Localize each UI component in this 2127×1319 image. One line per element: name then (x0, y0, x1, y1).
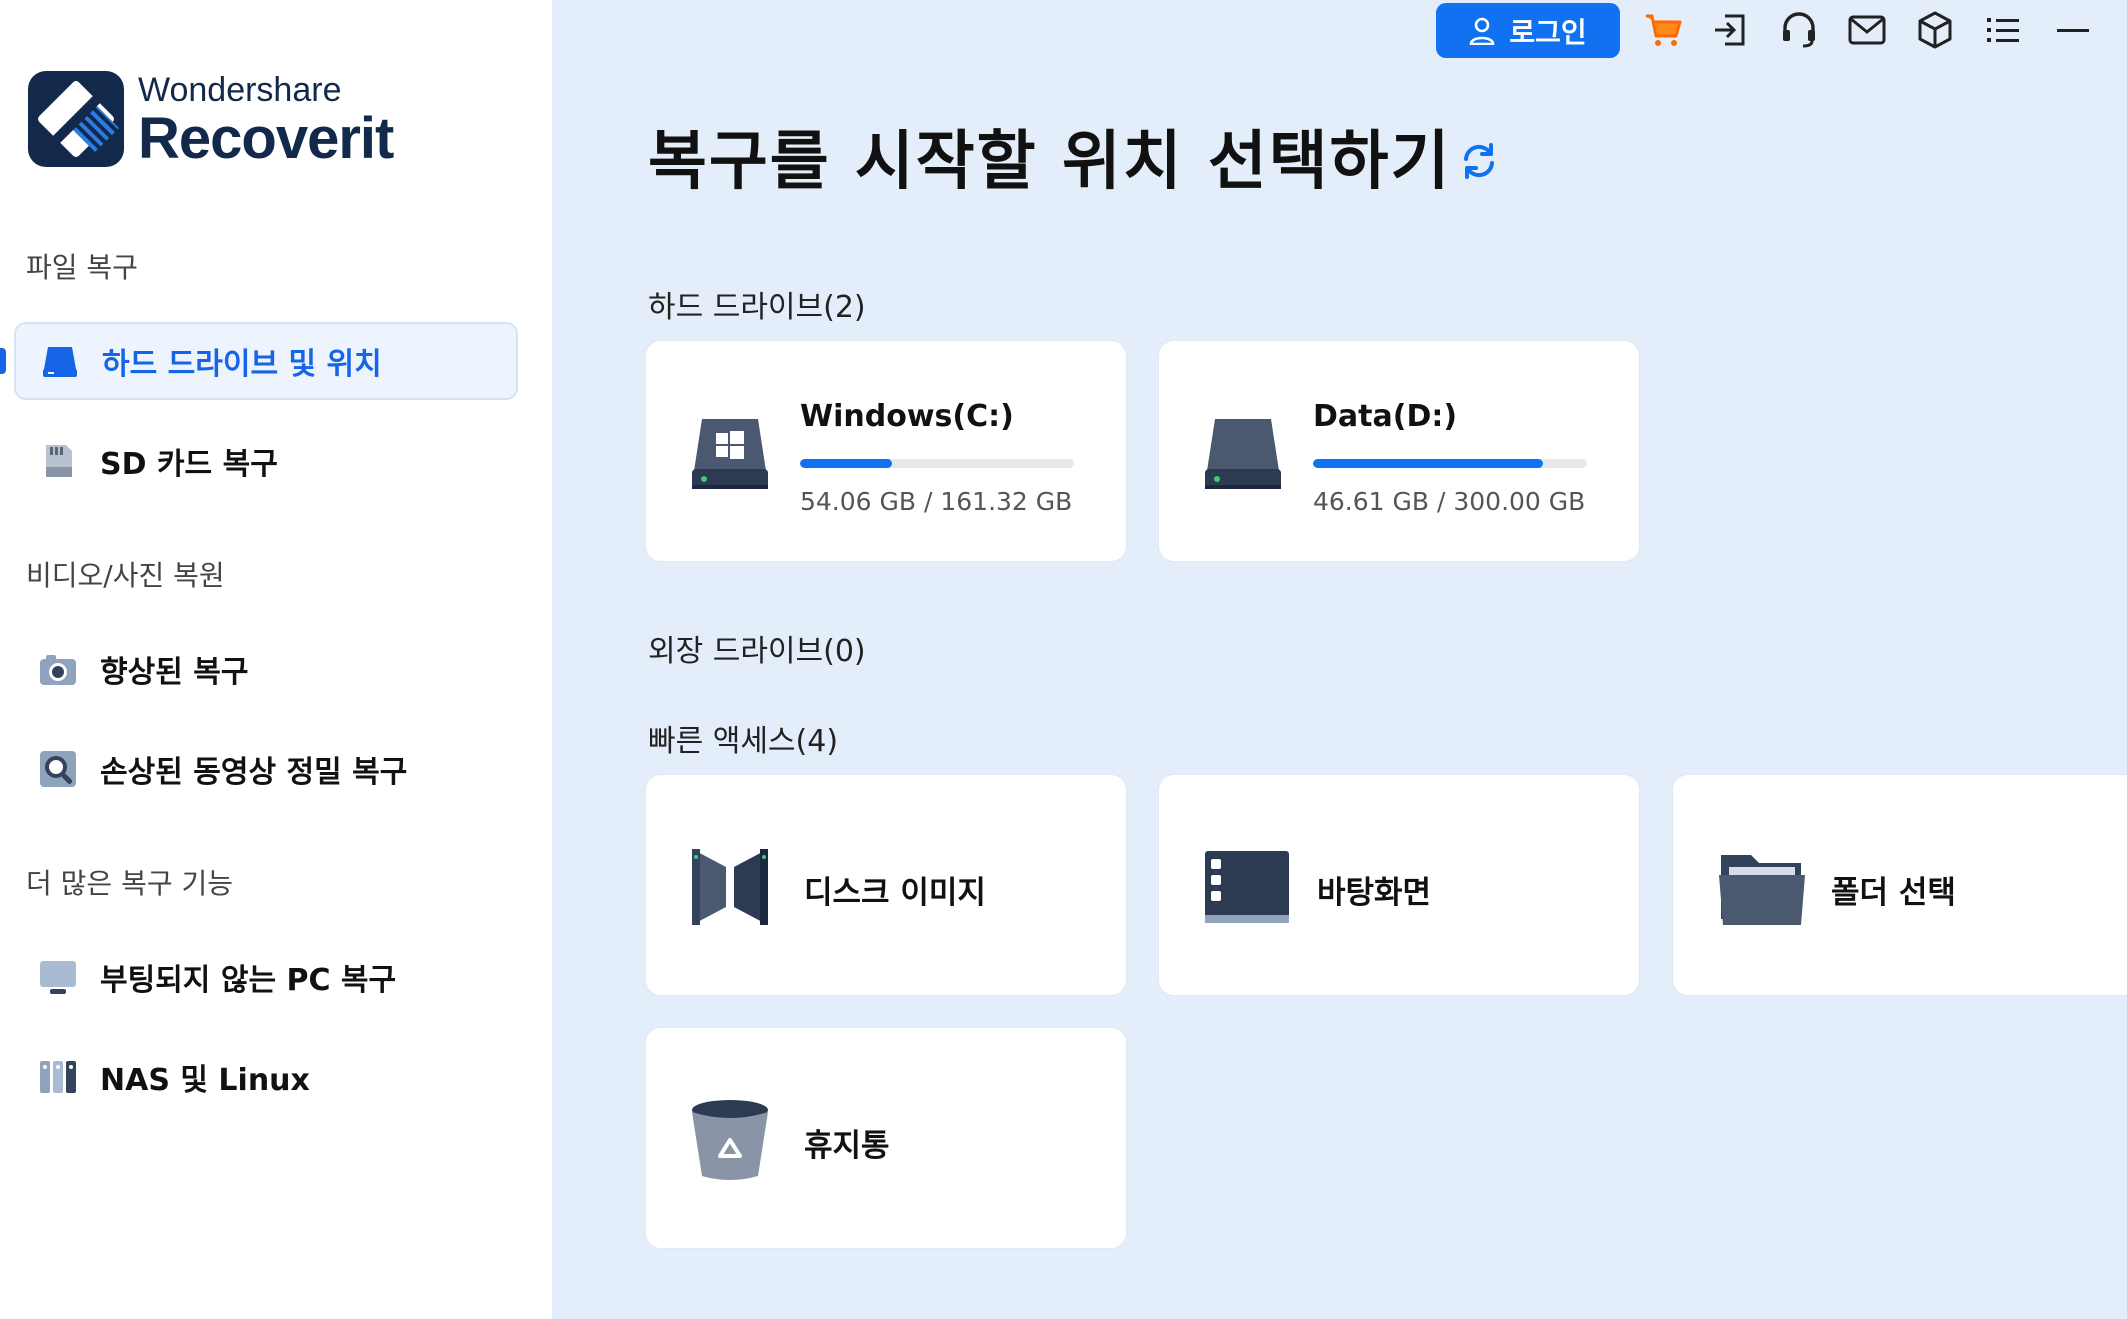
login-label: 로그인 (1509, 15, 1587, 49)
section-title-file-recovery: 파일 복구 (26, 251, 138, 284)
sidebar-item-label: 향상된 복구 (100, 655, 249, 690)
drive-name: Data(D:) (1313, 399, 1458, 434)
hard-drives-title: 하드 드라이브(2) (648, 290, 866, 325)
drive-name: Windows(C:) (800, 399, 1014, 434)
sign-in-icon[interactable] (1711, 10, 1751, 50)
desktop-icon (1203, 845, 1289, 929)
quick-access-label: 폴더 선택 (1831, 875, 1956, 911)
drive-usage-bar (1313, 459, 1587, 468)
quick-access-label: 휴지통 (804, 1128, 890, 1164)
login-button[interactable]: 로그인 (1436, 3, 1620, 58)
monitor-icon (38, 957, 78, 997)
sidebar: Wondershare Recoverit 파일 복구 하드 드라이브 및 위치… (0, 0, 552, 1319)
cart-icon[interactable] (1644, 10, 1684, 50)
quick-access-title: 빠른 액세스(4) (648, 724, 839, 759)
page-title: 복구를 시작할 위치 선택하기 (648, 125, 1452, 199)
section-title-video-photo: 비디오/사진 복원 (26, 559, 225, 592)
active-indicator (0, 348, 6, 374)
sidebar-item-label: NAS 및 Linux (100, 1063, 310, 1098)
sidebar-item-label: 손상된 동영상 정밀 복구 (100, 755, 408, 790)
folder-icon (1717, 845, 1805, 929)
drive-usage-fill (800, 459, 892, 468)
quick-access-folder[interactable]: 폴더 선택 (1672, 774, 2127, 996)
minimize-icon[interactable] (2053, 10, 2093, 50)
sidebar-item-label: 하드 드라이브 및 위치 (102, 347, 382, 382)
drive-card-d[interactable]: Data(D:) 46.61 GB / 300.00 GB (1158, 340, 1640, 562)
sidebar-item-enhanced-recovery[interactable]: 향상된 복구 (14, 630, 518, 708)
drive-usage-bar (800, 459, 1074, 468)
quick-access-recycle-bin[interactable]: 휴지통 (645, 1027, 1127, 1249)
quick-access-label: 바탕화면 (1317, 875, 1432, 911)
sidebar-item-label: SD 카드 복구 (100, 447, 278, 482)
sidebar-item-hard-drive[interactable]: 하드 드라이브 및 위치 (14, 322, 518, 400)
quick-access-desktop[interactable]: 바탕화면 (1158, 774, 1640, 996)
sd-card-icon (38, 441, 78, 481)
hard-drive-icon (1203, 411, 1283, 495)
video-repair-icon (38, 749, 78, 789)
mail-icon[interactable] (1847, 10, 1887, 50)
camera-icon (38, 649, 78, 689)
drive-size: 54.06 GB / 161.32 GB (800, 487, 1073, 516)
sidebar-item-nas-linux[interactable]: NAS 및 Linux (14, 1038, 518, 1116)
external-drives-title: 외장 드라이브(0) (648, 634, 866, 669)
drive-size: 46.61 GB / 300.00 GB (1313, 487, 1586, 516)
drive-card-c[interactable]: Windows(C:) 54.06 GB / 161.32 GB (645, 340, 1127, 562)
nas-icon (38, 1057, 78, 1097)
brand-sub: Wondershare (138, 71, 342, 109)
sidebar-item-video-repair[interactable]: 손상된 동영상 정밀 복구 (14, 730, 518, 808)
quick-access-label: 디스크 이미지 (804, 875, 986, 911)
brand-name: Recoverit (138, 106, 394, 171)
refresh-icon[interactable] (1460, 142, 1498, 180)
app-logo: Wondershare Recoverit (28, 70, 394, 171)
headset-icon[interactable] (1779, 10, 1819, 50)
drive-usage-fill (1313, 459, 1544, 468)
section-title-more: 더 많은 복구 기능 (26, 867, 234, 900)
sidebar-item-label: 부팅되지 않는 PC 복구 (100, 963, 397, 998)
hard-drive-icon (40, 341, 80, 381)
quick-access-disk-image[interactable]: 디스크 이미지 (645, 774, 1127, 996)
disk-image-icon (690, 845, 770, 929)
user-icon (1469, 17, 1495, 45)
recoverit-logo-icon (28, 71, 124, 167)
list-icon[interactable] (1983, 10, 2023, 50)
sidebar-item-unbootable-pc[interactable]: 부팅되지 않는 PC 복구 (14, 938, 518, 1016)
windows-drive-icon (690, 411, 770, 495)
box-icon[interactable] (1915, 10, 1955, 50)
recycle-bin-icon (690, 1098, 770, 1182)
sidebar-item-sd-card[interactable]: SD 카드 복구 (14, 422, 518, 500)
